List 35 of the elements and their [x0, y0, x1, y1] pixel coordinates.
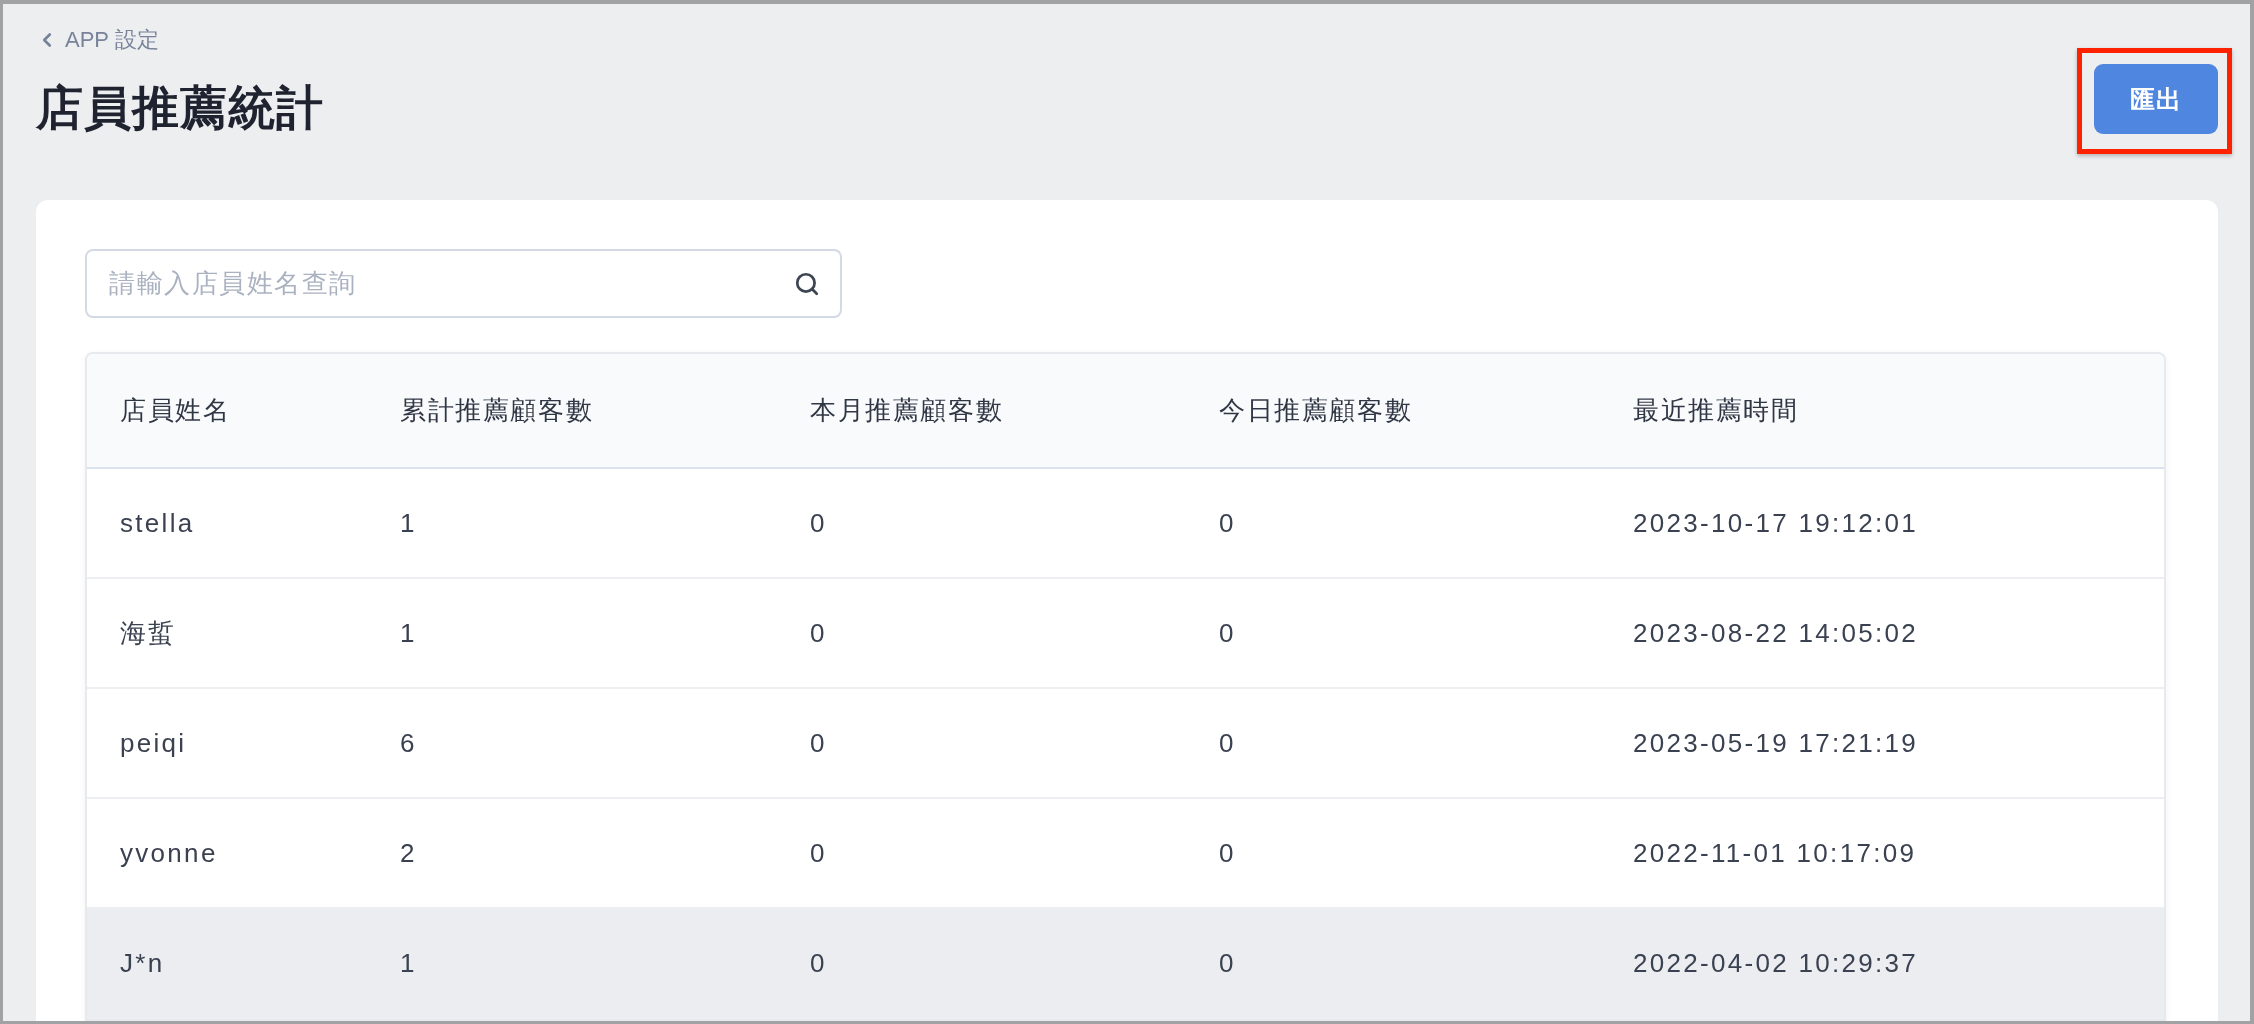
export-button[interactable]: 匯出: [2094, 64, 2218, 134]
table-cell-text: stella: [119, 506, 196, 540]
table-cell-text: 2022-04-02 10:29:37: [1632, 946, 1920, 980]
column-header: 最近推薦時間: [1632, 394, 1800, 427]
column-header: 累計推薦顧客數: [399, 394, 595, 427]
search-icon: [794, 270, 820, 297]
table-cell-text: 0: [1218, 616, 1237, 650]
column-header: 本月推薦顧客數: [809, 394, 1005, 427]
table-cell-text: 1: [399, 616, 418, 650]
table-cell-text: 0: [809, 836, 828, 870]
table-cell-text: 海蜇: [119, 616, 178, 650]
table-cell-text: 1: [399, 506, 418, 540]
table-cell-text: 1: [399, 946, 418, 980]
table-cell-text: 0: [809, 616, 828, 650]
table-cell-text: 2022-11-01 10:17:09: [1632, 836, 1918, 870]
table-cell-text: 6: [399, 726, 418, 760]
column-header: 今日推薦顧客數: [1218, 394, 1414, 427]
column-header: 店員姓名: [119, 394, 232, 427]
table-cell-text: J*n: [119, 946, 166, 980]
back-link[interactable]: APP 設定: [36, 26, 159, 54]
table-cell-text: 2023-05-19 17:21:19: [1632, 726, 1920, 760]
table-cell-text: yvonne: [119, 836, 219, 870]
table-cell-text: 0: [809, 946, 828, 980]
table-cell-text: 0: [1218, 836, 1237, 870]
page-title: 店員推薦統計: [36, 80, 324, 136]
table-cell-text: 0: [1218, 506, 1237, 540]
table-cell-text: 0: [809, 726, 828, 760]
table-cell-text: 0: [1218, 946, 1237, 980]
table-cell-text: 0: [809, 506, 828, 540]
table-cell-text: 2023-10-17 19:12:01: [1632, 506, 1920, 540]
table-cell-text: 2: [399, 836, 418, 870]
table-cell-text: peiqi: [119, 726, 188, 760]
table-cell-text: 0: [1218, 726, 1237, 760]
search-field[interactable]: 請輸入店員姓名查詢: [85, 249, 842, 318]
table-cell-text: 2023-08-22 14:05:02: [1632, 616, 1920, 650]
